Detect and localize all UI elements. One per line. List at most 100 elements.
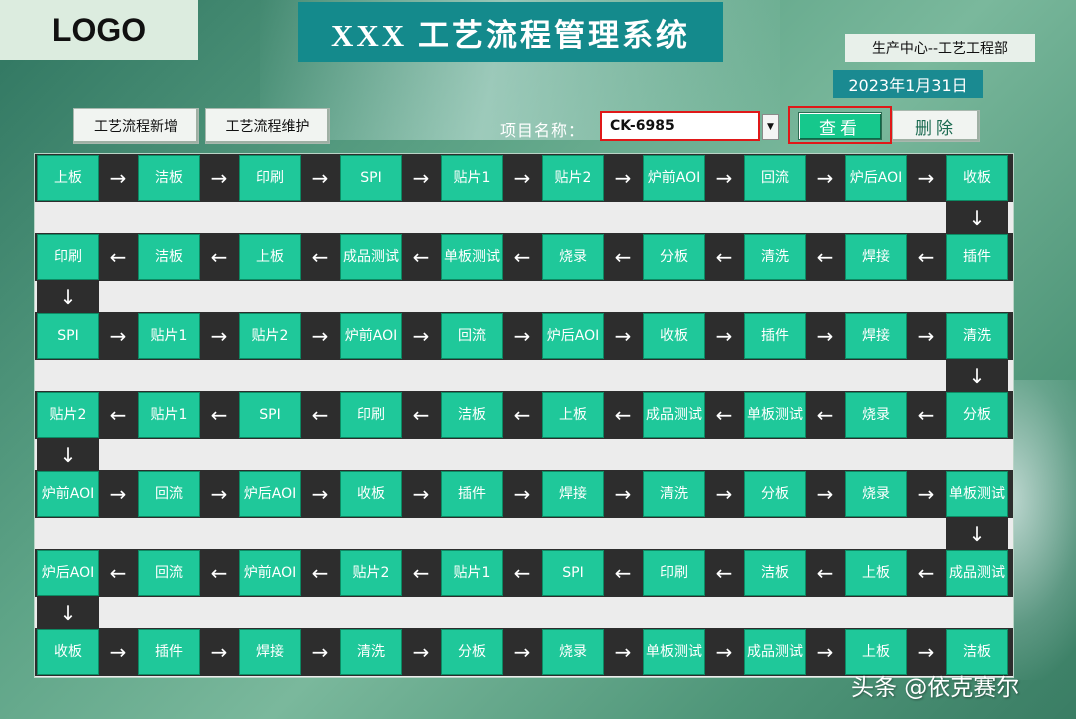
process-step[interactable]: SPI: [239, 392, 301, 438]
arrow-left-icon: ←: [311, 403, 329, 427]
process-step[interactable]: 回流: [744, 155, 806, 201]
caret-down-icon[interactable]: ▼: [762, 114, 779, 140]
process-step[interactable]: 成品测试: [744, 629, 806, 675]
process-step[interactable]: 成品测试: [643, 392, 705, 438]
process-step[interactable]: 插件: [946, 234, 1008, 280]
process-step[interactable]: 洁板: [138, 155, 200, 201]
add-process-button[interactable]: 工艺流程新增: [73, 108, 199, 144]
process-step[interactable]: 贴片2: [37, 392, 99, 438]
process-step[interactable]: 上板: [845, 550, 907, 596]
process-step[interactable]: 清洗: [946, 313, 1008, 359]
process-step[interactable]: SPI: [542, 550, 604, 596]
process-step[interactable]: 印刷: [37, 234, 99, 280]
process-step[interactable]: 焊接: [845, 234, 907, 280]
process-step[interactable]: 炉后AOI: [37, 550, 99, 596]
process-step[interactable]: 炉后AOI: [845, 155, 907, 201]
process-step[interactable]: 洁板: [138, 234, 200, 280]
process-step[interactable]: 清洗: [340, 629, 402, 675]
arrow-down-icon: ↓: [37, 597, 99, 628]
process-step[interactable]: 收板: [340, 471, 402, 517]
arrow-right-icon: →: [614, 166, 632, 190]
process-step[interactable]: 成品测试: [340, 234, 402, 280]
view-button[interactable]: 查看: [798, 112, 882, 140]
process-step[interactable]: 收板: [37, 629, 99, 675]
arrow-left-icon: ←: [513, 245, 531, 269]
project-name-combobox[interactable]: CK-6985: [600, 111, 760, 141]
arrow-right-icon: →: [614, 640, 632, 664]
process-step[interactable]: 贴片2: [340, 550, 402, 596]
process-step[interactable]: 收板: [643, 313, 705, 359]
process-step[interactable]: 烧录: [542, 629, 604, 675]
process-step[interactable]: 洁板: [744, 550, 806, 596]
maintain-process-button[interactable]: 工艺流程维护: [205, 108, 330, 144]
arrow-right-icon: →: [311, 324, 329, 348]
process-step[interactable]: 收板: [946, 155, 1008, 201]
process-step[interactable]: 清洗: [744, 234, 806, 280]
process-step[interactable]: 印刷: [340, 392, 402, 438]
process-step[interactable]: 插件: [441, 471, 503, 517]
process-step[interactable]: 上板: [542, 392, 604, 438]
arrow-right-icon: →: [513, 324, 531, 348]
process-step[interactable]: 炉前AOI: [643, 155, 705, 201]
arrow-left-icon: ←: [109, 561, 127, 585]
arrow-left-icon: ←: [311, 245, 329, 269]
process-step[interactable]: 回流: [138, 550, 200, 596]
process-step[interactable]: 单板测试: [441, 234, 503, 280]
process-step[interactable]: 分板: [643, 234, 705, 280]
process-step[interactable]: 炉后AOI: [542, 313, 604, 359]
project-name-value: CK-6985: [610, 118, 675, 134]
process-step[interactable]: 贴片2: [239, 313, 301, 359]
arrow-right-icon: →: [614, 324, 632, 348]
arrow-right-icon: →: [109, 482, 127, 506]
arrow-right-icon: →: [210, 324, 228, 348]
process-step[interactable]: 分板: [441, 629, 503, 675]
process-step[interactable]: 上板: [239, 234, 301, 280]
process-step[interactable]: 贴片1: [138, 392, 200, 438]
process-step[interactable]: 清洗: [643, 471, 705, 517]
process-step[interactable]: 印刷: [643, 550, 705, 596]
process-step[interactable]: SPI: [37, 313, 99, 359]
process-step[interactable]: 炉前AOI: [340, 313, 402, 359]
process-step[interactable]: 分板: [744, 471, 806, 517]
arrow-right-icon: →: [412, 166, 430, 190]
process-step[interactable]: 分板: [946, 392, 1008, 438]
process-step[interactable]: 洁板: [441, 392, 503, 438]
process-step[interactable]: 贴片1: [441, 550, 503, 596]
process-step[interactable]: 回流: [441, 313, 503, 359]
arrow-right-icon: →: [109, 324, 127, 348]
arrow-right-icon: →: [210, 482, 228, 506]
delete-button[interactable]: 删除: [892, 110, 980, 142]
process-step[interactable]: 上板: [37, 155, 99, 201]
process-step[interactable]: 插件: [744, 313, 806, 359]
arrow-left-icon: ←: [513, 561, 531, 585]
process-step[interactable]: 烧录: [845, 392, 907, 438]
process-step[interactable]: 成品测试: [946, 550, 1008, 596]
logo: LOGO: [0, 0, 198, 60]
arrow-right-icon: →: [412, 640, 430, 664]
process-step[interactable]: 贴片1: [138, 313, 200, 359]
process-step[interactable]: 炉后AOI: [239, 471, 301, 517]
process-step[interactable]: 炉前AOI: [37, 471, 99, 517]
process-step[interactable]: 烧录: [845, 471, 907, 517]
process-step[interactable]: 插件: [138, 629, 200, 675]
process-step[interactable]: 焊接: [239, 629, 301, 675]
process-step[interactable]: 焊接: [542, 471, 604, 517]
process-step[interactable]: 焊接: [845, 313, 907, 359]
process-step[interactable]: 贴片1: [441, 155, 503, 201]
process-step[interactable]: 单板测试: [744, 392, 806, 438]
process-step[interactable]: 烧录: [542, 234, 604, 280]
app-title: XXX 工艺流程管理系统: [298, 2, 723, 62]
arrow-right-icon: →: [715, 482, 733, 506]
process-step[interactable]: 回流: [138, 471, 200, 517]
process-step[interactable]: 单板测试: [946, 471, 1008, 517]
process-step[interactable]: 贴片2: [542, 155, 604, 201]
process-step[interactable]: 炉前AOI: [239, 550, 301, 596]
arrow-right-icon: →: [311, 640, 329, 664]
arrow-right-icon: →: [917, 166, 935, 190]
process-step[interactable]: 单板测试: [643, 629, 705, 675]
process-step[interactable]: SPI: [340, 155, 402, 201]
process-step[interactable]: 印刷: [239, 155, 301, 201]
arrow-right-icon: →: [715, 324, 733, 348]
arrow-right-icon: →: [412, 324, 430, 348]
arrow-down-icon: ↓: [37, 439, 99, 470]
